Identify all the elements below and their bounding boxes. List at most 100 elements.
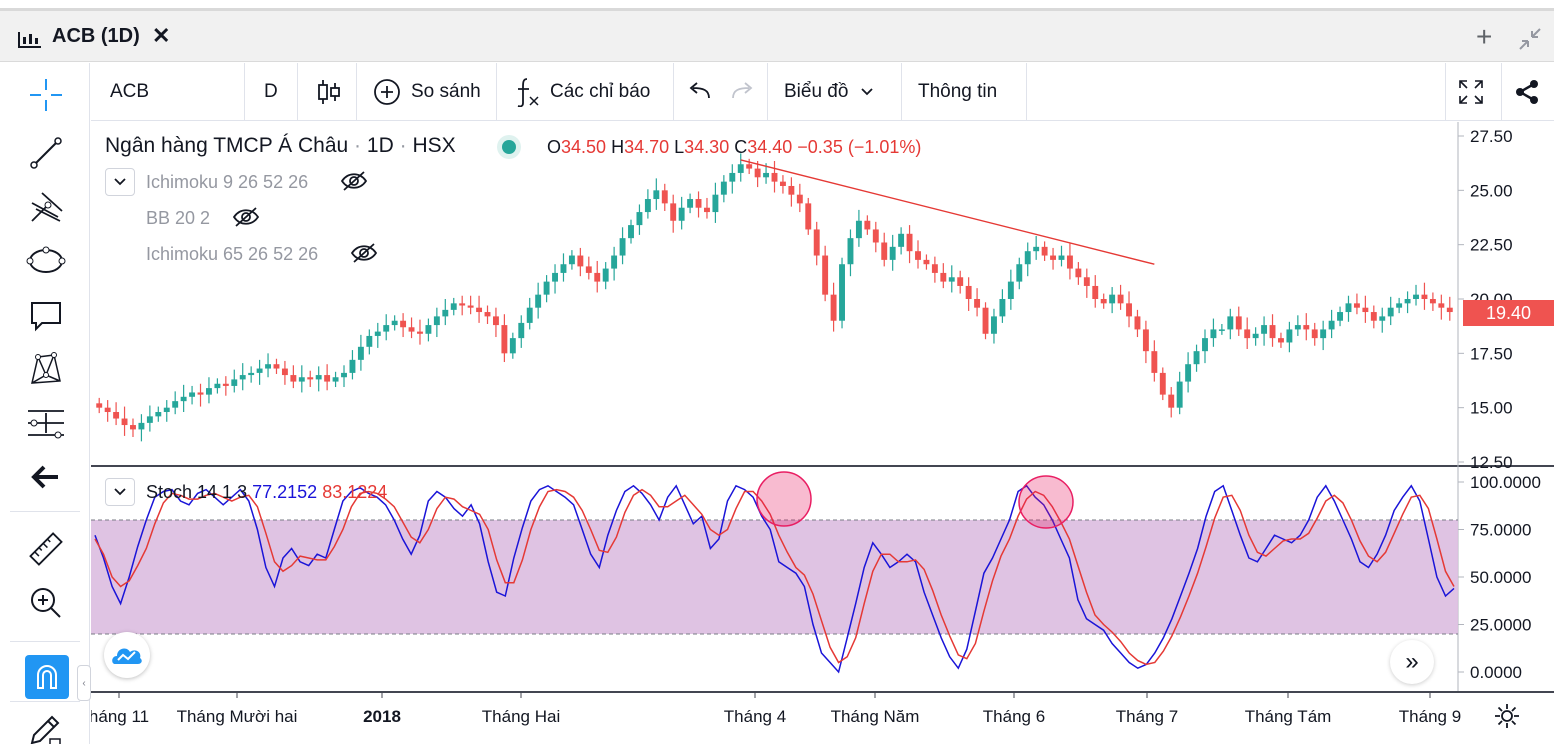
candle-body (670, 203, 677, 221)
chevron-down-icon (860, 87, 874, 97)
candle-body (974, 299, 981, 308)
candle-body (1328, 320, 1335, 330)
close-value: 34.40 (747, 137, 793, 157)
chart-canvas[interactable]: 27.5025.0022.5020.0017.5015.0012.50100.0… (89, 122, 1554, 744)
time-tick-label: Tháng Hai (482, 707, 560, 726)
stoch-legend[interactable]: Stoch 14 1 3 77.2152 83.1224 (146, 482, 387, 503)
candle-body (1193, 351, 1200, 365)
candle-body (1278, 338, 1284, 343)
ruler-icon[interactable] (25, 529, 67, 569)
candle-body (729, 172, 736, 182)
candles-icon[interactable] (316, 63, 342, 121)
undo-icon[interactable] (687, 63, 713, 121)
tradingview-logo-icon[interactable] (104, 632, 150, 678)
pitchfork-icon[interactable] (25, 187, 67, 227)
candle-body (678, 207, 685, 221)
fullscreen-icon[interactable] (1457, 63, 1485, 121)
ohlc-legend: O34.50 H34.70 L34.30 C34.40 −0.35 (−1.01… (547, 137, 921, 158)
high-value: 34.70 (624, 137, 670, 157)
candle-body (653, 190, 660, 200)
interval-label: D (264, 81, 278, 102)
indicator-label: Ichimoku 65 26 52 26 (146, 244, 319, 264)
candle-body (231, 379, 238, 386)
collapse-icon[interactable] (1518, 27, 1542, 56)
candle-body (172, 401, 179, 408)
candle-body (214, 383, 221, 389)
candle-body (1379, 316, 1386, 321)
symbol-button[interactable]: ACB (110, 63, 149, 121)
chart-icon (18, 29, 42, 54)
indicator-label: BB 20 2 (146, 208, 211, 228)
candle-body (1269, 325, 1276, 339)
toolbar-divider (1501, 63, 1502, 121)
callout-icon[interactable] (25, 295, 67, 335)
legend-name: Ngân hàng TMCP Á Châu (105, 134, 349, 157)
back-arrow-icon[interactable] (25, 457, 67, 497)
toolbar-collapse-handle[interactable]: ‹ (77, 665, 91, 701)
candle-body (957, 277, 964, 286)
candle-body (180, 396, 187, 402)
interval-button[interactable]: D (264, 63, 278, 121)
stoch-toggle[interactable] (105, 478, 135, 506)
eye-hidden-icon[interactable] (232, 206, 260, 233)
indicator-ichimoku-1[interactable]: Ichimoku 9 26 52 26 (146, 172, 308, 193)
eye-hidden-icon[interactable] (350, 242, 378, 269)
time-tick-label: háng 11 (91, 707, 149, 726)
toolbar-divider (1026, 63, 1027, 121)
info-button[interactable]: Thông tin (918, 63, 997, 121)
chart-area[interactable]: 27.5025.0022.5020.0017.5015.0012.50100.0… (89, 122, 1554, 744)
candle-body (737, 164, 744, 173)
pattern-icon[interactable] (25, 349, 67, 389)
candle-body (1100, 299, 1107, 304)
candle-body (1117, 294, 1124, 304)
indicators-label: Các chỉ báo (550, 81, 651, 102)
candle-body (324, 375, 331, 382)
ellipse-icon[interactable] (25, 241, 67, 281)
price-tick-label: 22.50 (1470, 236, 1513, 255)
candle-body (1109, 294, 1116, 304)
legend-timeframe: 1D (366, 134, 394, 157)
legend-exchange: HSX (412, 134, 456, 157)
indicator-ichimoku-2[interactable]: Ichimoku 65 26 52 26 (146, 244, 318, 265)
candle-body (113, 412, 120, 419)
candle-body (864, 220, 871, 230)
candle-body (518, 322, 525, 339)
pencil-lock-icon[interactable] (25, 711, 67, 744)
candle-body (1159, 372, 1166, 395)
compare-button[interactable]: So sánh (373, 63, 481, 121)
zoom-in-icon[interactable] (25, 583, 67, 623)
toolbar-divider (767, 63, 768, 121)
indicators-toggle[interactable] (105, 168, 135, 196)
indicator-bb[interactable]: BB 20 2 (146, 208, 210, 229)
eye-hidden-icon[interactable] (340, 170, 368, 197)
candle-body (1286, 329, 1293, 343)
chevron-down-icon (113, 177, 127, 187)
candle-body (1227, 316, 1234, 330)
market-status-dot[interactable] (502, 140, 516, 154)
candle-body (130, 425, 136, 430)
candle-body (813, 229, 820, 256)
share-icon[interactable] (1513, 63, 1541, 121)
measure-lines-icon[interactable] (25, 403, 67, 443)
candle-body (577, 255, 584, 267)
redo-icon[interactable] (729, 63, 755, 121)
chevron-down-icon (113, 487, 127, 497)
toolbar-divider (673, 63, 674, 121)
time-tick-label: Tháng Tám (1245, 707, 1332, 726)
scroll-to-realtime-icon[interactable]: » (1390, 640, 1434, 684)
plus-icon[interactable]: + (1476, 21, 1492, 53)
time-tick-label: 2018 (363, 707, 401, 726)
chart-type-button[interactable]: Biểu đồ (784, 63, 874, 121)
compare-label: So sánh (411, 81, 481, 102)
candle-body (341, 372, 347, 378)
candle-body (1041, 246, 1048, 256)
indicators-button[interactable]: Các chỉ báo (514, 63, 650, 121)
candle-body (1007, 281, 1014, 299)
crosshair-icon[interactable] (25, 75, 67, 115)
trend-line-icon[interactable] (25, 133, 67, 173)
gear-icon[interactable] (1494, 703, 1520, 734)
fx-icon (514, 77, 540, 107)
candle-body (189, 392, 196, 397)
close-icon[interactable]: ✕ (152, 23, 170, 49)
magnet-icon[interactable] (25, 655, 69, 699)
